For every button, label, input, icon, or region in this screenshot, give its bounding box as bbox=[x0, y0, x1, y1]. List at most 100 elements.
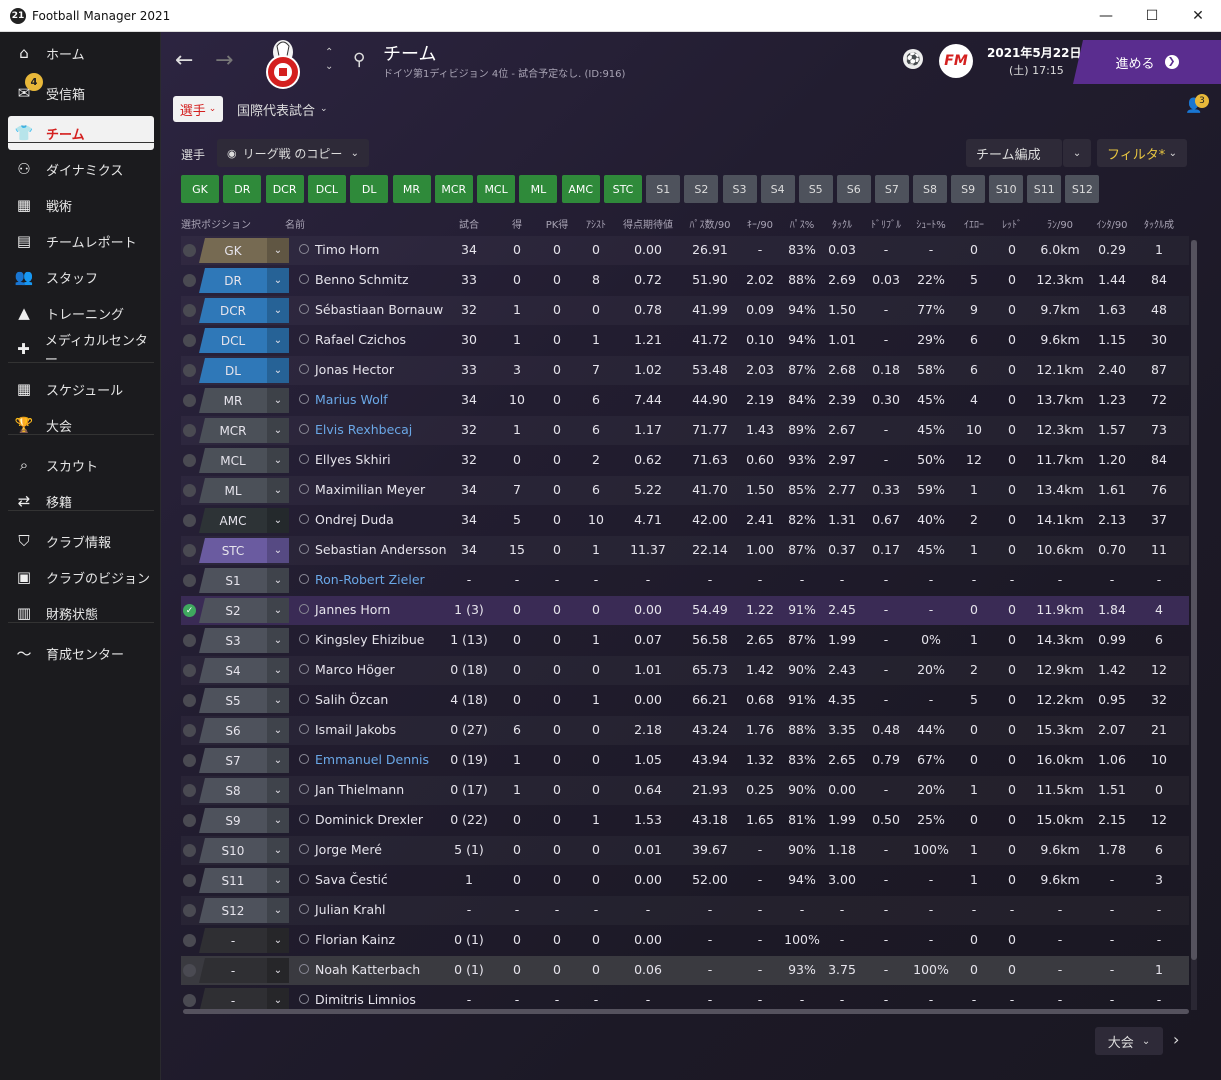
position-button[interactable]: DL bbox=[350, 175, 389, 203]
view-select[interactable]: ◉ リーグ戦 のコピー ⌄ bbox=[217, 139, 369, 167]
sidebar-item[interactable]: ⚇ ダイナミクス bbox=[8, 152, 154, 186]
position-button[interactable]: S10 bbox=[989, 175, 1024, 203]
advance-button[interactable]: 進める ❯ bbox=[1073, 40, 1221, 84]
select-checkbox[interactable] bbox=[183, 244, 196, 257]
position-select[interactable]: GK ⌄ bbox=[199, 238, 289, 263]
player-name[interactable]: Dominick Drexler bbox=[315, 812, 423, 827]
club-switch-chevrons-icon[interactable]: ⌃ ⌄ bbox=[325, 46, 333, 74]
player-name[interactable]: Ondrej Duda bbox=[315, 512, 394, 527]
sidebar-item[interactable]: ⇄ 移籍 bbox=[8, 484, 154, 518]
select-checkbox[interactable] bbox=[183, 364, 196, 377]
player-name[interactable]: Jorge Meré bbox=[315, 842, 382, 857]
position-select[interactable]: S9 ⌄ bbox=[199, 808, 289, 833]
position-select[interactable]: - ⌄ bbox=[199, 928, 289, 953]
sidebar-item[interactable]: ▥ 財務状態 bbox=[8, 596, 154, 630]
search-icon[interactable]: ⚲ bbox=[353, 50, 365, 70]
sidebar-item[interactable]: ✚ メディカルセンター bbox=[8, 332, 154, 368]
position-button[interactable]: S6 bbox=[836, 175, 871, 203]
column-header[interactable]: 名前 bbox=[285, 216, 305, 231]
player-name[interactable]: Ellyes Skhiri bbox=[315, 452, 391, 467]
table-row[interactable]: MR ⌄ Marius Wolf 34 10 0 6 7.44 44.90 2.19 84% 2.39… bbox=[181, 386, 1189, 415]
position-select[interactable]: MR ⌄ bbox=[199, 388, 289, 413]
select-checkbox[interactable] bbox=[183, 574, 196, 587]
position-button[interactable]: S1 bbox=[646, 175, 681, 203]
maximize-button[interactable]: ☐ bbox=[1129, 0, 1175, 32]
position-select[interactable]: S2 ⌄ bbox=[199, 598, 289, 623]
player-name[interactable]: Sébastiaan Bornauw bbox=[315, 302, 443, 317]
select-checkbox[interactable] bbox=[183, 964, 196, 977]
position-select[interactable]: S6 ⌄ bbox=[199, 718, 289, 743]
position-button[interactable]: AMC bbox=[561, 175, 600, 203]
table-row[interactable]: S10 ⌄ Jorge Meré 5 (1) 0 0 0 0.01 39.67-90% 1.18-… bbox=[181, 836, 1189, 865]
select-checkbox[interactable] bbox=[183, 844, 196, 857]
player-name[interactable]: Sava Čestić bbox=[315, 872, 388, 887]
player-name[interactable]: Noah Katterbach bbox=[315, 962, 420, 977]
position-select[interactable]: ML ⌄ bbox=[199, 478, 289, 503]
position-select[interactable]: S5 ⌄ bbox=[199, 688, 289, 713]
select-checkbox[interactable] bbox=[183, 484, 196, 497]
position-select[interactable]: DCL ⌄ bbox=[199, 328, 289, 353]
club-crest-icon[interactable] bbox=[259, 38, 307, 90]
sidebar-item[interactable]: ✉ 4 受信箱 bbox=[8, 73, 154, 110]
position-select[interactable]: S10 ⌄ bbox=[199, 838, 289, 863]
select-checkbox[interactable] bbox=[183, 634, 196, 647]
sidebar-item[interactable]: 〜育成センター bbox=[8, 636, 154, 670]
select-checkbox[interactable] bbox=[183, 754, 196, 767]
tab-players[interactable]: 選手 ⌄ bbox=[173, 96, 223, 122]
table-row[interactable]: MCR ⌄ Elvis Rexhbecaj 32 1 0 6 1.17 71.77 1.43 89%… bbox=[181, 416, 1189, 445]
player-name[interactable]: Kingsley Ehizibue bbox=[315, 632, 424, 647]
select-checkbox[interactable] bbox=[183, 724, 196, 737]
position-select[interactable]: AMC ⌄ bbox=[199, 508, 289, 533]
player-name[interactable]: Timo Horn bbox=[315, 242, 379, 257]
position-select[interactable]: DR ⌄ bbox=[199, 268, 289, 293]
position-button[interactable]: DR bbox=[223, 175, 262, 203]
table-row[interactable]: S7 ⌄ Emmanuel Dennis 0 (19) 1 0 0 1.05 43.94 1.32… bbox=[181, 746, 1189, 775]
select-checkbox[interactable] bbox=[183, 514, 196, 527]
table-row[interactable]: S4 ⌄ Marco Höger 0 (18) 0 0 0 1.01 65.73 1.42 90% 2… bbox=[181, 656, 1189, 685]
sidebar-item[interactable]: ⛉ クラブ情報 bbox=[8, 524, 154, 558]
position-select[interactable]: S1 ⌄ bbox=[199, 568, 289, 593]
position-button[interactable]: DCL bbox=[307, 175, 346, 203]
table-row[interactable]: ✓ S2 ⌄ Jannes Horn 1 (3) 0 0 0 0.00 54.49 1.22 91% 2… bbox=[181, 596, 1189, 625]
tab-international[interactable]: 国際代表試合 ⌄ bbox=[237, 96, 328, 122]
position-select[interactable]: S11 ⌄ bbox=[199, 868, 289, 893]
column-header[interactable]: ｱｼｽﾄ bbox=[566, 216, 626, 231]
position-select[interactable]: S12 ⌄ bbox=[199, 898, 289, 923]
position-select[interactable]: S3 ⌄ bbox=[199, 628, 289, 653]
column-header[interactable]: ﾗﾝ/90 bbox=[1030, 216, 1090, 231]
player-name[interactable]: Marco Höger bbox=[315, 662, 395, 677]
select-checkbox[interactable] bbox=[183, 334, 196, 347]
sidebar-item[interactable]: ▦ スケジュール bbox=[8, 372, 154, 406]
player-name[interactable]: Marius Wolf bbox=[315, 392, 388, 407]
position-select[interactable]: DL ⌄ bbox=[199, 358, 289, 383]
select-checkbox[interactable] bbox=[183, 304, 196, 317]
position-button[interactable]: S12 bbox=[1065, 175, 1100, 203]
select-checkbox[interactable] bbox=[183, 904, 196, 917]
column-header[interactable]: ﾀｯｸﾙ成 bbox=[1129, 216, 1189, 231]
position-select[interactable]: S4 ⌄ bbox=[199, 658, 289, 683]
position-button[interactable]: S8 bbox=[913, 175, 947, 203]
table-row[interactable]: MCL ⌄ Ellyes Skhiri 32 0 0 2 0.62 71.63 0.60 93% 2.… bbox=[181, 446, 1189, 475]
vertical-scrollbar[interactable] bbox=[1191, 240, 1197, 1010]
sidebar-item[interactable]: 🏆 大会 bbox=[8, 408, 154, 442]
select-checkbox[interactable] bbox=[183, 994, 196, 1007]
select-checkbox[interactable] bbox=[183, 814, 196, 827]
sidebar-item[interactable]: ▲ トレーニング bbox=[8, 296, 154, 330]
position-button[interactable]: S7 bbox=[874, 175, 909, 203]
select-checkbox[interactable] bbox=[183, 694, 196, 707]
sidebar-item[interactable]: 👥 スタッフ bbox=[8, 260, 154, 294]
position-select[interactable]: DCR ⌄ bbox=[199, 298, 289, 323]
position-button[interactable]: MCR bbox=[434, 175, 473, 203]
position-button[interactable]: DCR bbox=[265, 175, 304, 203]
position-button[interactable]: MCL bbox=[477, 175, 516, 203]
table-row[interactable]: S9 ⌄ Dominick Drexler 0 (22) 0 0 1 1.53 43.18 1.6… bbox=[181, 806, 1189, 835]
table-row[interactable]: - ⌄ Noah Katterbach 0 (1) 0 0 0 0.06- -93% 3.75-1… bbox=[181, 956, 1189, 985]
minimize-button[interactable]: — bbox=[1083, 0, 1129, 32]
position-select[interactable]: S8 ⌄ bbox=[199, 778, 289, 803]
player-name[interactable]: Ismail Jakobs bbox=[315, 722, 396, 737]
competition-select[interactable]: 大会 ⌄ bbox=[1095, 1027, 1163, 1055]
player-name[interactable]: Maximilian Meyer bbox=[315, 482, 425, 497]
position-button[interactable]: S9 bbox=[951, 175, 986, 203]
table-row[interactable]: S3 ⌄ Kingsley Ehizibue 1 (13) 0 0 1 0.07 56.58 2.… bbox=[181, 626, 1189, 655]
fm-logo-icon[interactable]: FM bbox=[939, 44, 973, 78]
